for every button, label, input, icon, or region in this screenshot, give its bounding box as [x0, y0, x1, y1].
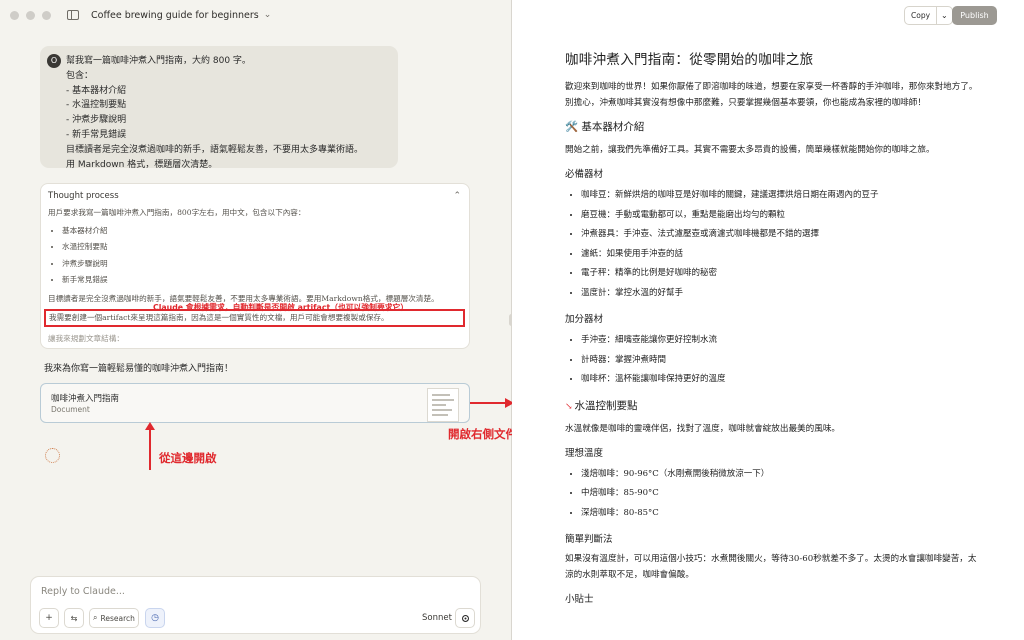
list-item: 沖煮步驟說明 [62, 256, 461, 272]
tools-button[interactable]: ⇆ [64, 608, 84, 628]
plus-icon: + [45, 613, 53, 623]
document-intro: 歡迎來到咖啡的世界！如果你厭倦了即溶咖啡的味道，想要在家享受一杯香醇的手沖咖啡，… [565, 82, 978, 108]
list-item: 基本器材介紹 [62, 223, 461, 239]
artifact-document: 咖啡沖煮入門指南：從零開始的咖啡之旅 歡迎來到咖啡的世界！如果你厭倦了即溶咖啡的… [565, 48, 985, 611]
section-text: 如果沒有溫度計，可以用這個小技巧：水煮開後關火，等待30-60秒就差不多了。太燙… [565, 554, 977, 580]
section-heading: ↘ 水溫控制要點 [565, 398, 985, 413]
list-item: 磨豆機：手動或電動都可以，重點是能磨出均勻的顆粒 [581, 206, 985, 226]
extended-thinking-button[interactable]: ◷ [145, 608, 165, 628]
window-controls [10, 10, 51, 20]
list-item: 淺焙咖啡：90-96°C（水剛煮開後稍微放涼一下） [581, 465, 985, 485]
list-item: 溫度計：掌控水溫的好幫手 [581, 284, 985, 304]
user-message: O 幫我寫一篇咖啡沖煮入門指南，大約 800 字。 包含： - 基本器材介紹 -… [40, 46, 398, 170]
thought-process-label: Thought process [48, 191, 119, 201]
copy-button-group: Copy ⌄ [904, 6, 953, 25]
artifact-thumbnail [427, 388, 459, 422]
app-window: Coffee brewing guide for beginners ⌄ O 幫… [0, 0, 1024, 640]
section-intro: 開始之前，讓我們先準備好工具。其實不需要太多昂貴的設備，簡單幾樣就能開始你的咖啡… [565, 145, 935, 155]
list-item: 咖啡杯：溫杯能讓咖啡保持更好的溫度 [581, 370, 985, 390]
annotation-arrow-up-icon [145, 422, 155, 470]
artifact-pane: Copy ⌄ Publish 咖啡沖煮入門指南：從零開始的咖啡之旅 歡迎來到咖啡… [512, 0, 1024, 640]
artifact-card[interactable]: 咖啡沖煮入門指南 Document [40, 383, 470, 423]
minimize-window-button[interactable] [26, 10, 35, 20]
annotation-auto-artifact: Claude 會根據需求，自動判斷是否開啟 artifact（也可以強制要求它） [153, 303, 409, 312]
reply-input[interactable] [39, 585, 443, 598]
research-label: Research [100, 613, 135, 623]
section-heading: 🛠️ 基本器材介紹 [565, 121, 645, 133]
temperature-list: 淺焙咖啡：90-96°C（水剛煮開後稍微放涼一下） 中焙咖啡：85-90°C 深… [565, 465, 985, 524]
message-line: 包含： [66, 70, 94, 81]
artifact-toolbar: Copy ⌄ Publish [512, 0, 1024, 30]
publish-button[interactable]: Publish [952, 6, 997, 25]
list-item: 咖啡豆：新鮮烘焙的咖啡豆是好咖啡的關鍵，建議選擇烘焙日期在兩週內的豆子 [581, 186, 985, 206]
chevron-down-icon: ⌄ [263, 10, 272, 20]
title-bar: Coffee brewing guide for beginners ⌄ [0, 0, 512, 30]
list-item: 水溫控制要點 [62, 239, 461, 255]
send-button[interactable] [455, 608, 475, 628]
chevron-up-icon[interactable]: ⌃ [453, 191, 461, 201]
chat-pane: Coffee brewing guide for beginners ⌄ O 幫… [0, 0, 514, 640]
add-attachment-button[interactable]: + [39, 608, 59, 628]
copy-button[interactable]: Copy [905, 7, 936, 24]
annotation-open-here: 從這邊開啟 [159, 451, 217, 465]
copy-options-chevron-icon[interactable]: ⌄ [936, 7, 952, 24]
loading-spinner-icon [45, 448, 60, 463]
faded-thought: 讓我來規劃文章結構： [48, 333, 124, 343]
record-icon [461, 614, 469, 622]
message-line: - 新手常見錯誤 [66, 129, 127, 140]
reply-composer: + ⇆ ⌕ Research ◷ Sonnet 4 ⌄ [30, 576, 481, 634]
section-heading-text: 水溫控制要點 [574, 399, 638, 412]
thought-process-header[interactable]: Thought process ⌃ [41, 184, 469, 201]
search-icon: ⌕ [93, 613, 98, 622]
document-title: 咖啡沖煮入門指南：從零開始的咖啡之旅 [565, 52, 814, 68]
research-button[interactable]: ⌕ Research [89, 608, 139, 628]
list-item: 沖煮器具：手沖壺、法式濾壓壺或滴濾式咖啡機都是不錯的選擇 [581, 225, 985, 245]
bonus-equipment-list: 手沖壺：細嘴壺能讓你更好控制水流 計時器：掌握沖煮時間 咖啡杯：溫杯能讓咖啡保持… [565, 331, 985, 390]
message-line: - 沖煮步驟說明 [66, 115, 127, 126]
subsection-heading: 小貼士 [565, 594, 594, 605]
maximize-window-button[interactable] [42, 10, 51, 20]
subsection-heading: 加分器材 [565, 314, 604, 325]
message-line: 目標讀者是完全沒煮過咖啡的新手，語氣輕鬆友善，不要用太多專業術語。 [66, 144, 364, 155]
list-item: 濾紙：如果使用手沖壺的話 [581, 245, 985, 265]
artifact-title: 咖啡沖煮入門指南 [51, 394, 120, 404]
list-item: 新手常見錯誤 [62, 272, 461, 288]
annotation-pointer-icon: ↘ [565, 401, 573, 412]
chat-title: Coffee brewing guide for beginners [91, 9, 259, 21]
sliders-icon: ⇆ [70, 613, 78, 623]
thought-process-body: 用戶要求我寫一篇咖啡沖煮入門指南，800字左右，用中文，包含以下內容： 基本器材… [41, 201, 469, 345]
artifact-type: Document [51, 405, 90, 414]
sidebar-toggle-icon[interactable] [67, 10, 79, 20]
subsection-heading: 簡單判斷法 [565, 534, 613, 545]
user-avatar: O [47, 54, 61, 68]
message-line: 用 Markdown 格式，標題層次清楚。 [66, 159, 218, 170]
thought-list: 基本器材介紹 水溫控制要點 沖煮步驟說明 新手常見錯誤 [48, 223, 461, 289]
list-item: 電子秤：精準的比例是好咖啡的秘密 [581, 264, 985, 284]
list-item: 計時器：掌握沖煮時間 [581, 351, 985, 371]
chat-title-dropdown[interactable]: Coffee brewing guide for beginners ⌄ [91, 10, 271, 21]
message-line: - 水溫控制要點 [66, 100, 127, 111]
annotation-arrow-right-icon [470, 398, 514, 408]
message-line: 幫我寫一篇咖啡沖煮入門指南，大約 800 字。 [66, 56, 251, 66]
subsection-heading: 必備器材 [565, 169, 604, 180]
assistant-reply: 我來為你寫一篇輕鬆易懂的咖啡沖煮入門指南！ [44, 364, 234, 374]
list-item: 深焙咖啡：80-85°C [581, 504, 985, 524]
subsection-heading: 理想溫度 [565, 447, 604, 459]
thought-process-panel: Thought process ⌃ 用戶要求我寫一篇咖啡沖煮入門指南，800字左… [40, 183, 470, 349]
clock-icon: ◷ [151, 613, 159, 623]
thought-intro: 用戶要求我寫一篇咖啡沖煮入門指南，800字左右，用中文，包含以下內容： [48, 208, 306, 217]
equipment-list: 咖啡豆：新鮮烘焙的咖啡豆是好咖啡的關鍵，建議選擇烘焙日期在兩週內的豆子 磨豆機：… [565, 186, 985, 303]
list-item: 手沖壺：細嘴壺能讓你更好控制水流 [581, 331, 985, 351]
list-item: 中焙咖啡：85-90°C [581, 484, 985, 504]
close-window-button[interactable] [10, 10, 19, 20]
message-line: - 基本器材介紹 [66, 85, 127, 96]
section-intro: 水溫就像是咖啡的靈魂伴侶，找對了溫度，咖啡就會綻放出最美的風味。 [565, 423, 841, 434]
